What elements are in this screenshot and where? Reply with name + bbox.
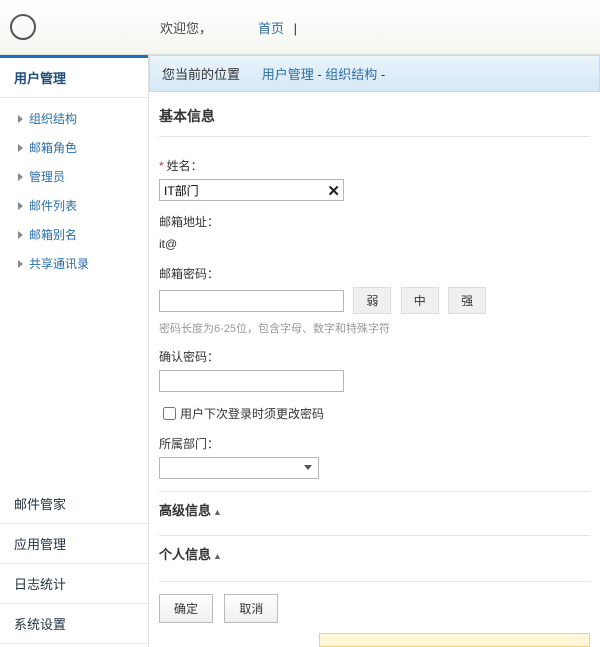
chevron-down-icon: [304, 465, 312, 470]
confirm-input[interactable]: [159, 370, 344, 392]
sidebar-item-admin[interactable]: 管理员: [18, 162, 148, 191]
sidebar-item-alias[interactable]: 邮箱别名: [18, 220, 148, 249]
dept-select[interactable]: [159, 457, 319, 479]
breadcrumb-user-mgmt[interactable]: 用户管理: [262, 67, 314, 82]
sidebar-item-label: 共享通讯录: [29, 255, 89, 272]
sidebar-item-org[interactable]: 组织结构: [18, 104, 148, 133]
sidebar-item-roles[interactable]: 邮箱角色: [18, 133, 148, 162]
name-input[interactable]: [159, 179, 344, 201]
section-advanced-title: 高级信息: [159, 503, 211, 518]
breadcrumb-label: 您当前的位置: [162, 67, 240, 82]
sidebar-tab-sys-settings[interactable]: 系统设置: [0, 604, 148, 644]
notice-strip: [319, 633, 590, 647]
chevron-right-icon: [18, 115, 23, 123]
sidebar-tab-mail-mgr[interactable]: 邮件管家: [0, 484, 148, 524]
pwd-input[interactable]: [159, 290, 344, 312]
dept-label: 所属部门：: [159, 435, 590, 452]
chevron-right-icon: [18, 144, 23, 152]
sidebar-item-maillist[interactable]: 邮件列表: [18, 191, 148, 220]
section-advanced-toggle[interactable]: 高级信息▲: [159, 491, 590, 527]
chevron-up-icon: ▲: [213, 507, 222, 517]
sidebar-item-label: 邮件列表: [29, 197, 77, 214]
sidebar-tab-user-mgmt[interactable]: 用户管理: [0, 55, 148, 98]
section-personal-toggle[interactable]: 个人信息▲: [159, 535, 590, 571]
breadcrumb-org[interactable]: 组织结构: [325, 67, 377, 82]
sidebar-item-label: 管理员: [29, 168, 65, 185]
sidebar-item-label: 组织结构: [29, 110, 77, 127]
strength-strong: 强: [448, 287, 486, 314]
pwd-label: 邮箱密码：: [159, 265, 590, 282]
breadcrumb-sep: -: [381, 67, 385, 82]
pwd-hint: 密码长度为6-25位，包含字母、数字和特殊字符: [159, 320, 590, 336]
close-icon[interactable]: ✕: [327, 182, 340, 200]
cancel-button[interactable]: 取消: [224, 594, 278, 623]
sidebar: 用户管理 组织结构 邮箱角色 管理员 邮件列表 邮箱别名 共享通讯录 邮件管家 …: [0, 55, 148, 647]
section-basic-title: 基本信息: [159, 106, 590, 137]
chevron-right-icon: [18, 202, 23, 210]
sidebar-tab-log-stats[interactable]: 日志统计: [0, 564, 148, 604]
nav-home-link[interactable]: 首页: [258, 21, 284, 36]
logo-icon: [10, 14, 36, 40]
chevron-up-icon: ▲: [213, 551, 222, 561]
chevron-right-icon: [18, 173, 23, 181]
email-value: it@: [159, 235, 590, 253]
email-label: 邮箱地址：: [159, 213, 590, 230]
main-panel: 您当前的位置 用户管理 - 组织结构 - 基本信息 *姓名： ✕ 邮箱地址： i…: [148, 55, 600, 647]
change-pwd-checkbox[interactable]: [163, 407, 176, 420]
sidebar-tab-app-mgmt[interactable]: 应用管理: [0, 524, 148, 564]
strength-weak: 弱: [353, 287, 391, 314]
nav-separator: |: [294, 21, 297, 36]
logo: [10, 9, 140, 45]
ok-button[interactable]: 确定: [159, 594, 213, 623]
sidebar-item-contacts[interactable]: 共享通讯录: [18, 249, 148, 278]
top-nav: 首页 |: [252, 18, 297, 37]
sidebar-item-label: 邮箱别名: [29, 226, 77, 243]
name-label: *姓名：: [159, 157, 590, 174]
sidebar-item-label: 邮箱角色: [29, 139, 77, 156]
breadcrumb: 您当前的位置 用户管理 - 组织结构 -: [149, 55, 600, 92]
strength-mid: 中: [401, 287, 439, 314]
change-pwd-label: 用户下次登录时须更改密码: [180, 405, 324, 422]
confirm-label: 确认密码：: [159, 348, 590, 365]
welcome-text: 欢迎您，: [160, 18, 212, 37]
top-header: 欢迎您， 首页 |: [0, 0, 600, 55]
chevron-right-icon: [18, 231, 23, 239]
section-personal-title: 个人信息: [159, 547, 211, 562]
chevron-right-icon: [18, 260, 23, 268]
